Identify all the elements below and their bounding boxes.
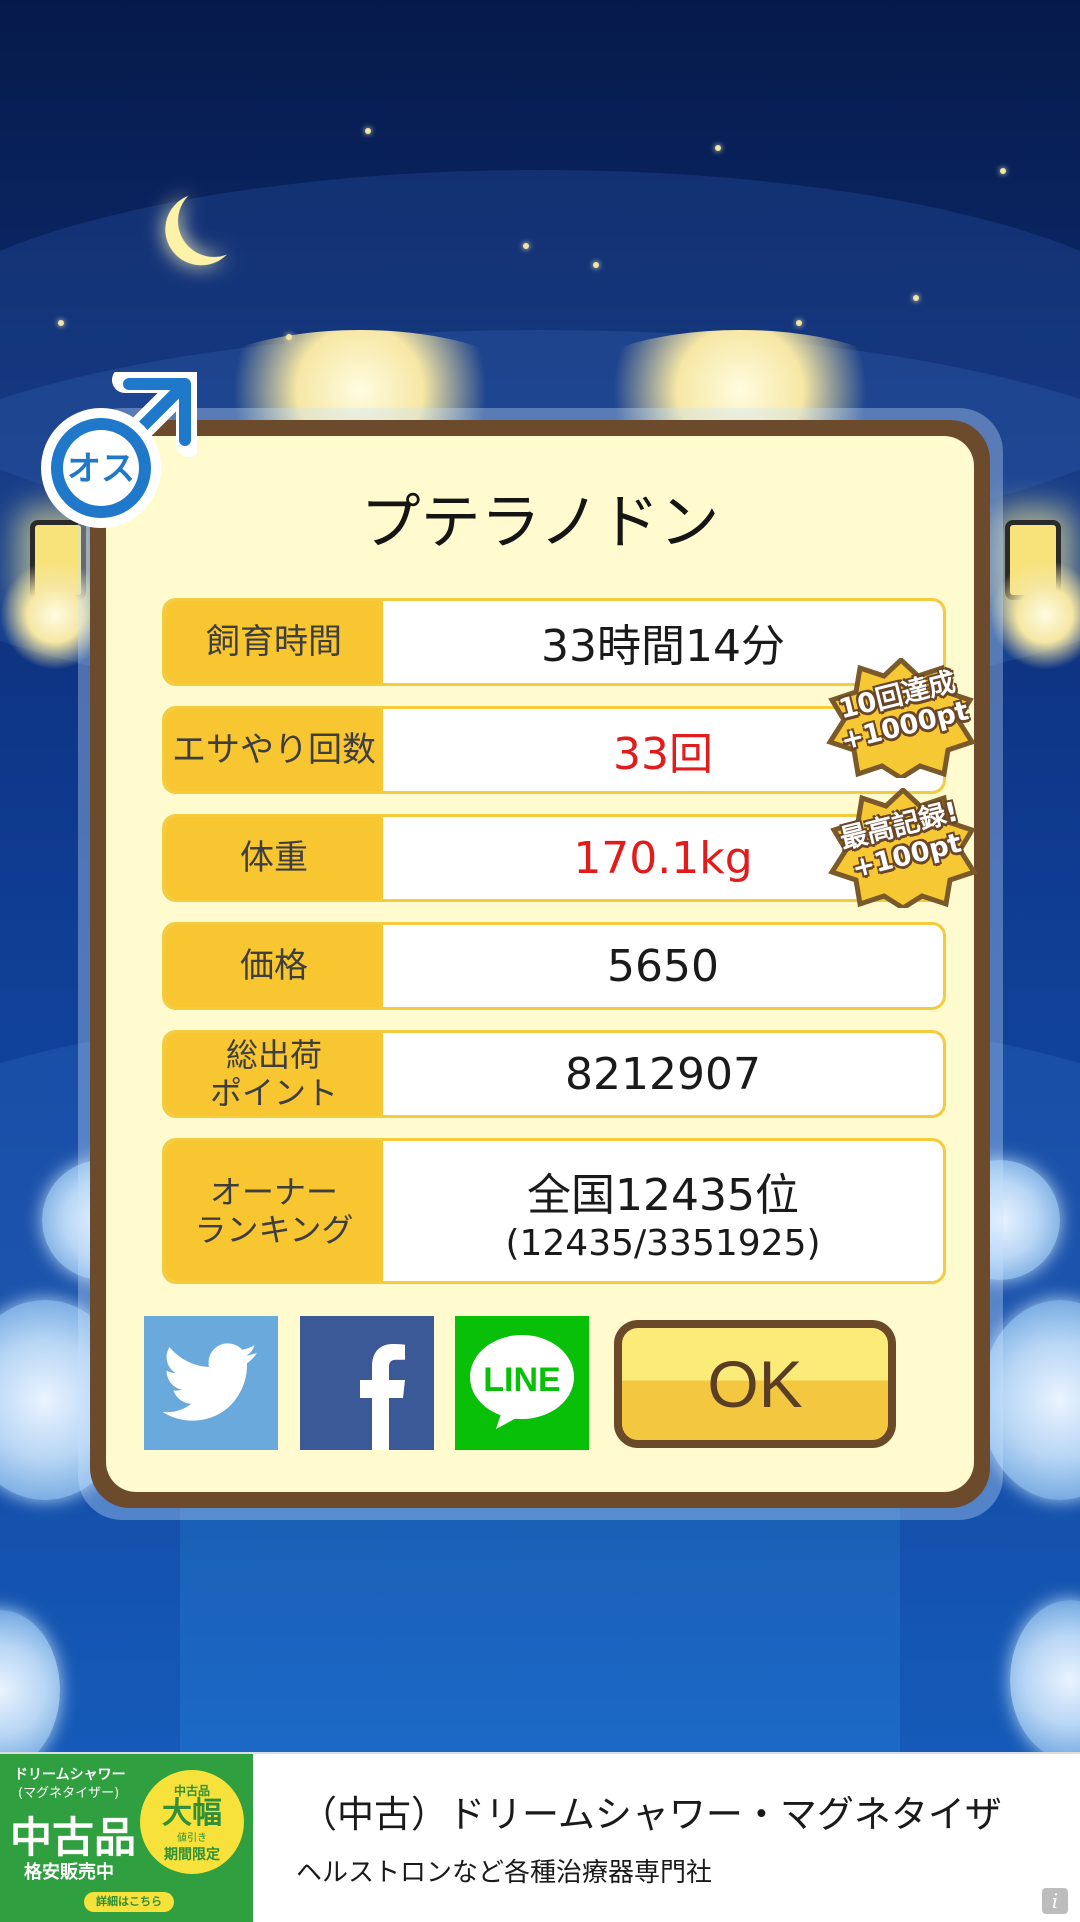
result-dialog-panel: プテラノドン 飼育時間 33時間14分 エサやり回数 33回 体重 170.1k…: [106, 436, 974, 1492]
ad-image-line2: (マグネタイザー): [18, 1786, 120, 1801]
bonus-badge-feeding: 10回達成 +1000pt: [826, 656, 976, 781]
ad-badge-big: 大幅: [162, 1796, 222, 1831]
stat-value: 5650: [607, 940, 719, 992]
ad-discount-badge: 中古品 大幅 値引き 期間限定: [140, 1770, 244, 1874]
stat-label: エサやり回数: [165, 709, 383, 791]
ad-description: ヘルストロンなど各種治療器専門社: [296, 1858, 713, 1888]
ad-banner[interactable]: ドリームシャワー (マグネタイザー) 中古品 格安販売中 中古品 大幅 値引き …: [0, 1752, 1080, 1922]
ok-button[interactable]: OK: [614, 1320, 896, 1448]
ad-badge-side: 値引き: [177, 1833, 207, 1844]
male-gender-badge: オス: [37, 367, 202, 532]
stat-label-line: 総出荷: [225, 1035, 322, 1074]
bonus-badge-weight-record: 最高記録! +100pt: [828, 786, 978, 911]
stat-value: 全国12435位 (12435/3351925): [383, 1141, 943, 1281]
info-icon[interactable]: i: [1042, 1888, 1068, 1914]
stat-label: オーナー ランキング: [165, 1141, 383, 1281]
ad-details-link[interactable]: 詳細はこちら: [84, 1892, 174, 1912]
stat-label: 価格: [165, 925, 383, 1007]
line-share-button[interactable]: LINE: [455, 1316, 589, 1450]
result-dialog: プテラノドン 飼育時間 33時間14分 エサやり回数 33回 体重 170.1k…: [90, 420, 990, 1508]
stat-label: 体重: [165, 817, 383, 899]
dinosaur-name-title: プテラノドン: [360, 488, 720, 558]
twitter-bird-icon: [163, 1343, 258, 1421]
stat-row-owner-ranking: オーナー ランキング 全国12435位 (12435/3351925): [162, 1138, 946, 1284]
male-symbol-icon: オス: [41, 367, 202, 528]
gender-label: オス: [67, 449, 135, 489]
ad-image-big: 中古品: [10, 1813, 137, 1862]
ad-image-line1: ドリームシャワー: [14, 1767, 126, 1783]
stat-label: 飼育時間: [165, 601, 383, 683]
stat-label-line: ランキング: [194, 1211, 354, 1249]
ad-title[interactable]: （中古）ドリームシャワー・マグネタイザ: [300, 1784, 1002, 1838]
facebook-share-button[interactable]: [300, 1316, 434, 1450]
stat-row-total-shipping-points: 総出荷 ポイント 8212907: [162, 1030, 946, 1118]
ad-image[interactable]: ドリームシャワー (マグネタイザー) 中古品 格安販売中 中古品 大幅 値引き …: [0, 1754, 253, 1922]
ad-badge-bottom: 期間限定: [164, 1847, 220, 1863]
stat-row-price: 価格 5650: [162, 922, 946, 1010]
facebook-icon: [360, 1344, 405, 1450]
stat-label-line: オーナー: [209, 1172, 338, 1211]
stat-label: 総出荷 ポイント: [165, 1033, 383, 1115]
road: [180, 1500, 900, 1752]
stat-label-line: ポイント: [209, 1074, 338, 1112]
ad-image-sub: 格安販売中: [24, 1862, 114, 1883]
ranking-position: 全国12435位: [527, 1169, 799, 1221]
line-icon-label: LINE: [483, 1361, 560, 1399]
stat-value: 8212907: [565, 1048, 761, 1100]
twitter-share-button[interactable]: [144, 1316, 278, 1450]
ranking-detail: (12435/3351925): [505, 1222, 821, 1264]
line-icon: LINE: [470, 1335, 574, 1429]
